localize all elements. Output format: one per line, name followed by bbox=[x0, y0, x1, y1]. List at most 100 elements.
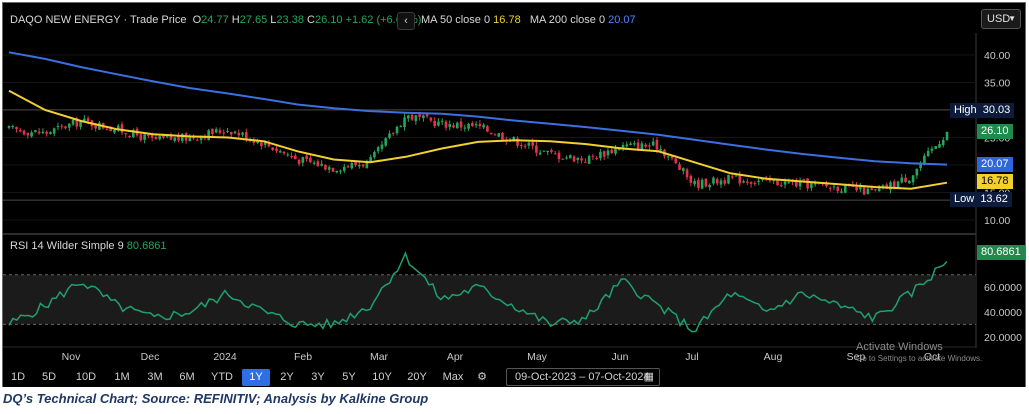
candle-body bbox=[361, 164, 365, 167]
candle-body bbox=[678, 164, 681, 170]
candle-body bbox=[214, 129, 218, 133]
rsi-label[interactable]: RSI 14 Wilder Simple 9 bbox=[10, 240, 124, 252]
chart-settings-button[interactable]: ⚙ bbox=[473, 369, 491, 386]
rsi-tick-label: 60.0000 bbox=[984, 282, 1022, 294]
ma50-label[interactable]: MA 50 close 0 bbox=[421, 14, 490, 26]
candle-body bbox=[787, 182, 791, 184]
candle-body bbox=[67, 123, 71, 128]
candle-body bbox=[440, 120, 444, 122]
candle-body bbox=[862, 187, 866, 195]
candle-body bbox=[139, 134, 143, 141]
ma200-value: 20.07 bbox=[608, 14, 636, 26]
candle-body bbox=[666, 156, 670, 158]
chart-frame: 40.0035.0030.0025.0020.0015.0010.0060.00… bbox=[2, 2, 1026, 387]
candle-body bbox=[192, 137, 195, 139]
candle-body bbox=[689, 175, 693, 183]
close-label: C bbox=[307, 14, 315, 26]
candle-body bbox=[535, 145, 538, 153]
candle-body bbox=[395, 126, 399, 134]
candle-body bbox=[606, 150, 610, 156]
candle-body bbox=[452, 125, 455, 128]
candle-body bbox=[207, 130, 210, 140]
candle-body bbox=[180, 133, 184, 141]
candle-body bbox=[561, 158, 565, 160]
range-10d-button[interactable]: 10D bbox=[70, 369, 102, 386]
candle-body bbox=[810, 183, 813, 189]
candle-body bbox=[34, 130, 37, 133]
candle-body bbox=[45, 131, 48, 134]
candle-body bbox=[538, 152, 542, 155]
candle-body bbox=[520, 145, 523, 147]
high-badge: High 30.03 bbox=[950, 103, 1015, 118]
candle-body bbox=[320, 163, 323, 166]
range-3m-button[interactable]: 3M bbox=[141, 369, 169, 386]
candle-body bbox=[580, 158, 583, 161]
range-5y-button[interactable]: 5Y bbox=[335, 369, 363, 386]
candle-body bbox=[237, 132, 241, 136]
candle-body bbox=[900, 177, 904, 183]
high-label: H bbox=[231, 14, 240, 26]
chevron-left-icon: ‹ bbox=[404, 15, 408, 27]
candle-body bbox=[693, 181, 696, 185]
ma200-label[interactable]: MA 200 close 0 bbox=[530, 14, 605, 26]
range-6m-button[interactable]: 6M bbox=[173, 369, 201, 386]
range-max-button[interactable]: Max bbox=[437, 369, 469, 386]
candle-body bbox=[565, 157, 568, 159]
low-value: 23.38 bbox=[276, 14, 304, 26]
watermark-title: Activate Windows bbox=[856, 341, 943, 353]
range-ytd-button[interactable]: YTD bbox=[206, 369, 238, 386]
candle-body bbox=[165, 136, 169, 138]
candle-body bbox=[429, 117, 433, 121]
range-2y-button[interactable]: 2Y bbox=[273, 369, 301, 386]
range-3y-button[interactable]: 3Y bbox=[304, 369, 332, 386]
collapse-legend-button[interactable]: ‹ bbox=[397, 12, 415, 30]
candle-body bbox=[708, 185, 711, 188]
chart-canvas[interactable]: 40.0035.0030.0025.0020.0015.0010.0060.00… bbox=[3, 3, 1027, 388]
date-range-picker[interactable]: 09-Oct-2023 – 07-Oct-2024 ▦ bbox=[506, 368, 660, 386]
candle-body bbox=[105, 129, 109, 131]
range-10y-button[interactable]: 10Y bbox=[366, 369, 398, 386]
candle-body bbox=[293, 155, 297, 160]
range-1m-button[interactable]: 1M bbox=[109, 369, 135, 386]
range-1d-button[interactable]: 1D bbox=[5, 369, 31, 386]
time-axis-label: Nov bbox=[62, 351, 81, 363]
candle-body bbox=[531, 142, 534, 146]
candle-body bbox=[188, 136, 192, 142]
candle-body bbox=[568, 155, 572, 159]
gear-icon: ⚙ bbox=[477, 371, 487, 383]
candle-body bbox=[233, 131, 237, 134]
time-axis-label: Jun bbox=[612, 351, 629, 363]
time-axis-label: Aug bbox=[764, 351, 783, 363]
candle-body bbox=[158, 136, 161, 140]
candle-body bbox=[19, 130, 22, 132]
candle-body bbox=[52, 128, 56, 134]
candle-body bbox=[147, 134, 150, 136]
candle-body bbox=[674, 158, 678, 164]
candle-body bbox=[832, 186, 836, 188]
candle-body bbox=[584, 161, 587, 163]
candle-body bbox=[354, 161, 357, 166]
candle-body bbox=[700, 179, 704, 189]
candle-body bbox=[877, 188, 881, 192]
time-axis-label: Jul bbox=[685, 351, 698, 363]
currency-select[interactable]: USD ▼ bbox=[981, 9, 1021, 29]
candle-body bbox=[542, 150, 546, 152]
candle-body bbox=[806, 178, 809, 189]
candle-body bbox=[945, 131, 949, 141]
candle-body bbox=[659, 148, 663, 151]
candle-body bbox=[369, 157, 372, 162]
candle-body bbox=[358, 164, 361, 167]
candle-body bbox=[471, 123, 474, 126]
candle-body bbox=[651, 141, 655, 146]
low-badge-label: Low bbox=[954, 193, 975, 205]
candle-body bbox=[339, 170, 342, 172]
range-5d-button[interactable]: 5D bbox=[36, 369, 62, 386]
range-1y-button[interactable]: 1Y bbox=[242, 369, 270, 386]
ma200-line bbox=[8, 51, 948, 166]
candle-body bbox=[599, 151, 602, 159]
candle-body bbox=[636, 142, 640, 150]
candle-body bbox=[474, 124, 478, 126]
time-axis-label: Mar bbox=[370, 351, 389, 363]
candle-body bbox=[697, 179, 700, 188]
range-20y-button[interactable]: 20Y bbox=[401, 369, 433, 386]
